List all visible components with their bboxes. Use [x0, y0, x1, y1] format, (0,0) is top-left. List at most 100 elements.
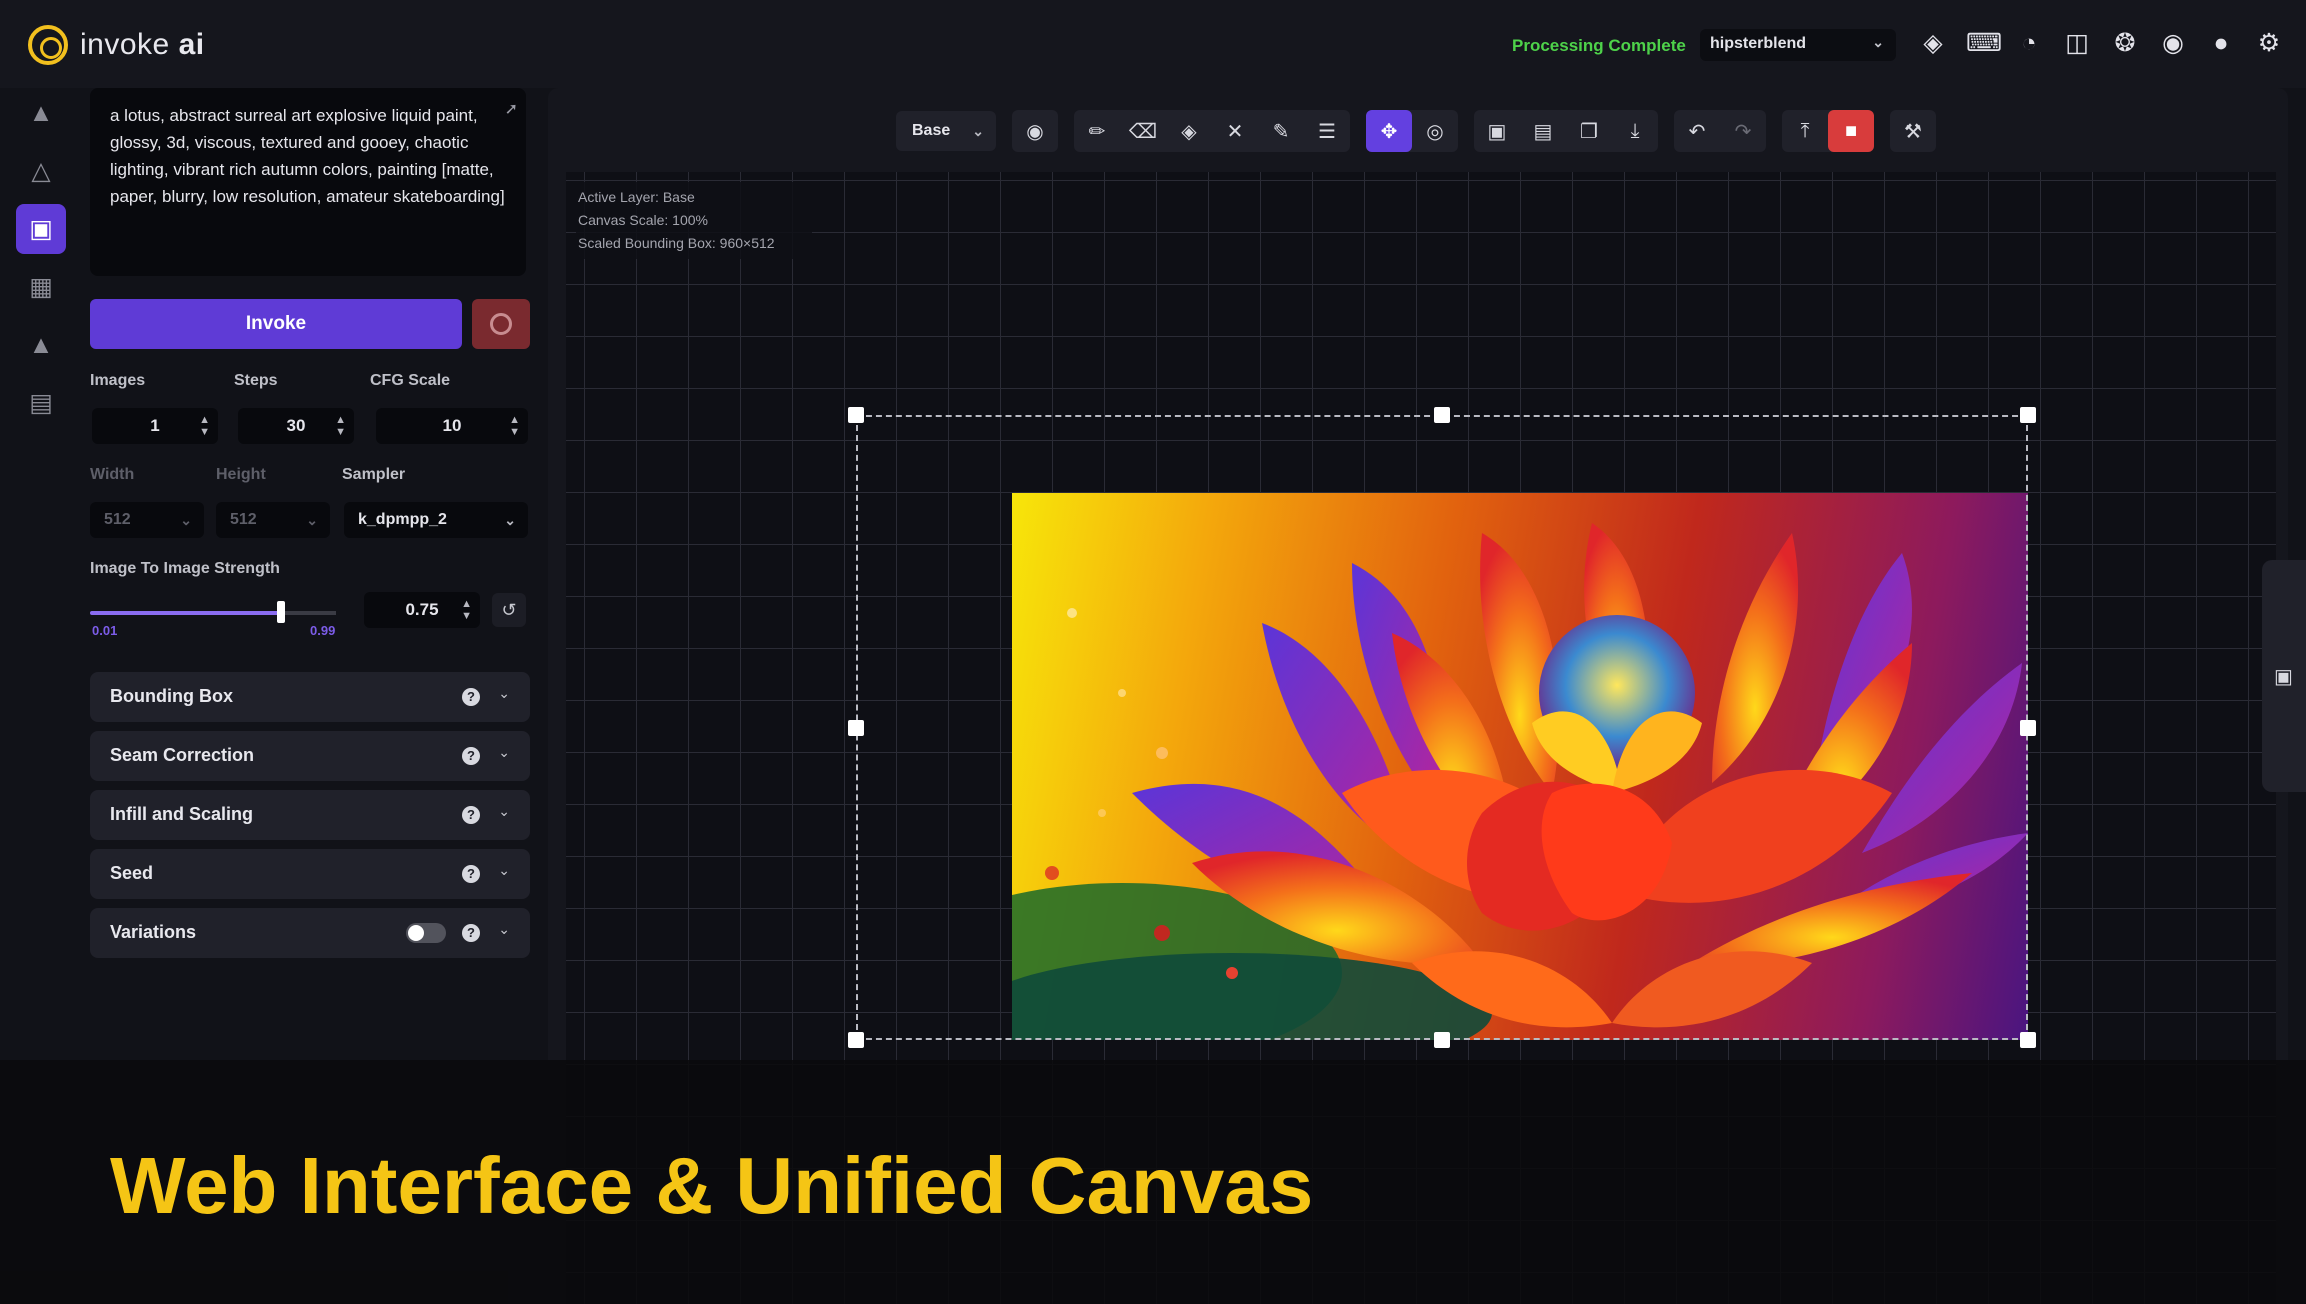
brush-options-icon[interactable]: ☰: [1304, 110, 1350, 152]
app-logo[interactable]: invoke ai: [28, 25, 205, 65]
help-icon[interactable]: ?: [462, 688, 480, 706]
help-icon[interactable]: ?: [462, 747, 480, 765]
github-icon[interactable]: ◉: [2158, 28, 2188, 58]
info-bounding-box: Scaled Bounding Box: 960×512: [578, 235, 775, 251]
images-value: 1: [150, 416, 160, 435]
clear-icon[interactable]: ✕: [1212, 110, 1258, 152]
accordion-seed[interactable]: Seed ? ⌄: [90, 849, 530, 899]
images-label: Images: [90, 372, 146, 389]
nodes-icon: ▦: [29, 273, 53, 301]
variations-toggle[interactable]: [406, 923, 446, 943]
bbox-handle-top-left[interactable]: [848, 407, 864, 423]
strength-slider-track[interactable]: [90, 611, 280, 615]
download-icon[interactable]: ⤓: [1612, 110, 1658, 152]
trash-icon[interactable]: ■: [1828, 110, 1874, 152]
stepper-icon[interactable]: ▲ ▼: [461, 592, 472, 622]
tab-training[interactable]: ▤: [16, 378, 66, 428]
tab-image-to-image[interactable]: △: [16, 146, 66, 196]
pin-icon[interactable]: ➚: [505, 96, 518, 123]
move-icon[interactable]: ✥: [1366, 110, 1412, 152]
tab-unified-canvas[interactable]: ▣: [16, 204, 66, 254]
stepper-icon[interactable]: ▲ ▼: [335, 408, 346, 438]
keyboard-icon[interactable]: ⌨: [1966, 28, 2002, 58]
cancel-button[interactable]: [472, 299, 530, 349]
caption-banner: Web Interface & Unified Canvas: [0, 1060, 2306, 1304]
accordion-title: Seed: [110, 863, 154, 883]
image-tool-group: ▣ ▤ ❐ ⤓: [1474, 110, 1658, 152]
slider-max-label: 0.99: [310, 623, 336, 638]
brand-name: invoke ai: [80, 28, 205, 61]
bounding-box[interactable]: [856, 415, 2028, 1040]
steps-label: Steps: [234, 372, 278, 389]
accordion-infill-scaling[interactable]: Infill and Scaling ? ⌄: [90, 790, 530, 840]
eraser-icon[interactable]: ⌫: [1120, 110, 1166, 152]
undo-icon[interactable]: ↶: [1674, 110, 1720, 152]
accordion-bounding-box[interactable]: Bounding Box ? ⌄: [90, 672, 530, 722]
strength-slider-rest[interactable]: [280, 611, 336, 615]
brush-icon[interactable]: ✏: [1074, 110, 1120, 152]
upload-tool-group: ⤒ ■: [1782, 110, 1874, 152]
chevron-down-icon: ⌄: [180, 512, 192, 528]
sampler-select[interactable]: k_dpmpp_2 ⌄: [344, 502, 528, 538]
images-input[interactable]: 1 ▲ ▼: [92, 408, 218, 444]
tab-nodes[interactable]: ▦: [16, 262, 66, 312]
steps-input[interactable]: 30 ▲ ▼: [238, 408, 354, 444]
color-picker-icon[interactable]: ✎: [1258, 110, 1304, 152]
prompt-textarea[interactable]: a lotus, abstract surreal art explosive …: [90, 88, 526, 276]
app-header: invoke ai Processing Complete hipsterble…: [0, 0, 2306, 88]
bbox-handle-bottom-left[interactable]: [848, 1032, 864, 1048]
wrench-icon[interactable]: ⚒: [1890, 110, 1936, 152]
palette-icon[interactable]: ◔: [2014, 28, 2044, 58]
info-active-layer: Active Layer: Base: [578, 189, 695, 205]
settings-tool-group: ⚒: [1890, 110, 1936, 152]
accordion-variations[interactable]: Variations ? ⌄: [90, 908, 530, 958]
accordion-seam-correction[interactable]: Seam Correction ? ⌄: [90, 731, 530, 781]
tab-text-to-image[interactable]: ▲: [16, 88, 66, 138]
fill-icon[interactable]: ◈: [1166, 110, 1212, 152]
bbox-handle-top-right[interactable]: [2020, 407, 2036, 423]
strength-slider-thumb[interactable]: [277, 601, 285, 623]
help-icon[interactable]: ?: [462, 806, 480, 824]
bbox-handle-bottom-right[interactable]: [2020, 1032, 2036, 1048]
bbox-handle-bottom[interactable]: [1434, 1032, 1450, 1048]
stepper-icon[interactable]: ▲ ▼: [199, 408, 210, 438]
strength-input[interactable]: 0.75 ▲ ▼: [364, 592, 480, 628]
tab-rail: ▲ △ ▣ ▦ ▲ ▤: [16, 88, 76, 436]
redo-icon[interactable]: ↷: [1720, 110, 1766, 152]
bug-icon[interactable]: ❂: [2110, 28, 2140, 58]
mask-icon[interactable]: ◉: [1012, 110, 1058, 152]
upload-icon[interactable]: ⤒: [1782, 110, 1828, 152]
bbox-handle-right[interactable]: [2020, 720, 2036, 736]
steps-value: 30: [286, 416, 306, 435]
help-icon[interactable]: ?: [462, 924, 480, 942]
chevron-down-icon: ⌄: [498, 921, 510, 937]
status-text: Processing Complete: [1512, 36, 1686, 55]
reset-view-icon[interactable]: ◎: [1412, 110, 1458, 152]
help-icon[interactable]: ?: [462, 865, 480, 883]
cfg-scale-input[interactable]: 10 ▲ ▼: [376, 408, 528, 444]
gallery-toggle[interactable]: ▣: [2262, 560, 2306, 792]
layer-select[interactable]: Base ⌄: [896, 111, 996, 151]
stepper-icon[interactable]: ▲ ▼: [509, 408, 520, 438]
cube-icon[interactable]: ◈: [1918, 28, 1948, 58]
chevron-down-icon: ⌄: [498, 862, 510, 878]
reset-icon[interactable]: ↺: [492, 593, 526, 627]
copy-icon[interactable]: ❐: [1566, 110, 1612, 152]
bbox-handle-top[interactable]: [1434, 407, 1450, 423]
canvas-info: Active Layer: Base Canvas Scale: 100% Sc…: [576, 182, 812, 259]
discord-icon[interactable]: ●: [2206, 28, 2236, 58]
cfg-scale-label: CFG Scale: [370, 372, 451, 389]
save-to-gallery-icon[interactable]: ▤: [1520, 110, 1566, 152]
model-select[interactable]: hipsterblend ⌄: [1700, 29, 1896, 61]
gear-icon[interactable]: ⚙: [2254, 28, 2284, 58]
invoke-button[interactable]: Invoke: [90, 299, 462, 349]
header-icon-bar: ◈ ⌨ ◔ ◫ ❂ ◉ ● ⚙: [1918, 28, 2284, 58]
cfg-scale-value: 10: [442, 416, 462, 435]
merge-layers-icon[interactable]: ▣: [1474, 110, 1520, 152]
bbox-handle-left[interactable]: [848, 720, 864, 736]
tab-postprocessing[interactable]: ▲: [16, 320, 66, 370]
width-select[interactable]: 512 ⌄: [90, 502, 204, 538]
language-icon[interactable]: ◫: [2062, 28, 2092, 58]
height-select[interactable]: 512 ⌄: [216, 502, 330, 538]
chevron-down-icon: ⌄: [1872, 34, 1884, 50]
